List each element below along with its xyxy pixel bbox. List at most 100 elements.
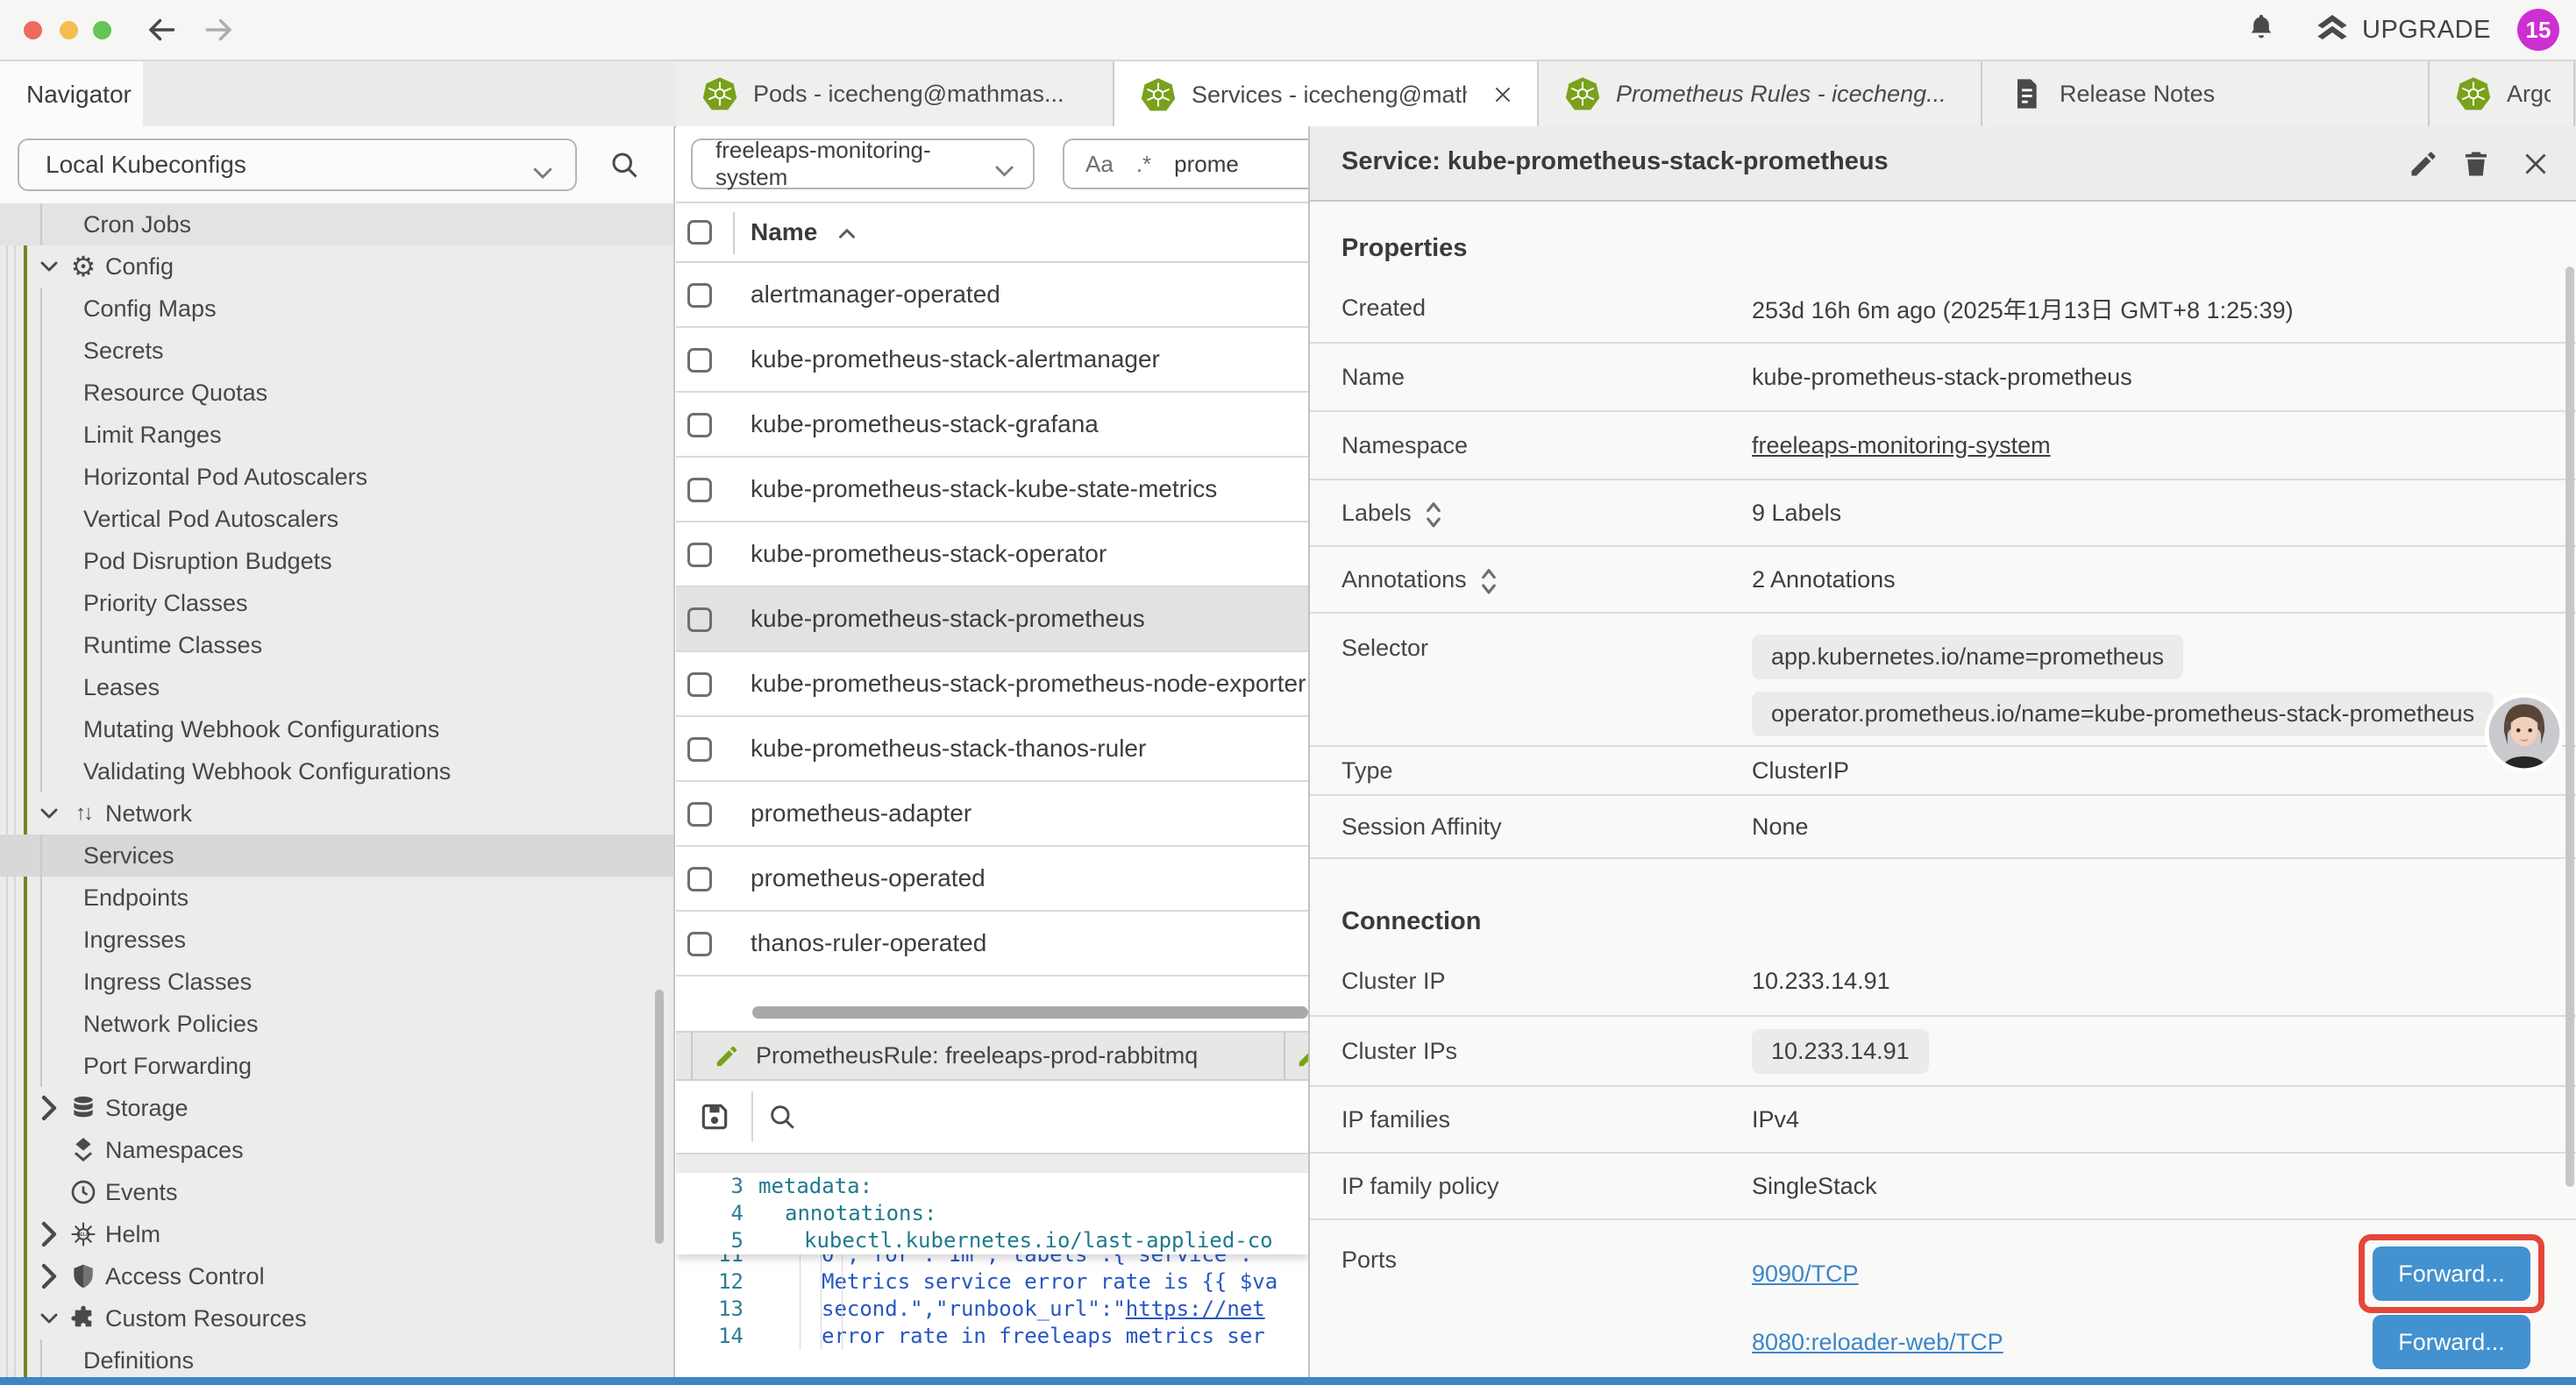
editor-tab-partial[interactable]: [1289, 1033, 1308, 1079]
sidebar-item-mutating-webhook-configurations[interactable]: Mutating Webhook Configurations: [0, 708, 673, 750]
row-checkbox[interactable]: [687, 543, 712, 567]
table-row[interactable]: alertmanager-operated: [676, 263, 1308, 328]
namespace-link[interactable]: freeleaps-monitoring-system: [1752, 432, 2051, 459]
sidebar-search-icon[interactable]: [608, 149, 640, 181]
sidebar-item-helm[interactable]: HELMHelm: [0, 1213, 673, 1255]
row-checkbox[interactable]: [687, 283, 712, 308]
tab-navigator[interactable]: Navigator: [0, 61, 143, 128]
sidebar-item-network-policies[interactable]: Network Policies: [0, 1003, 673, 1045]
tab-pods-icecheng-mathmas[interactable]: Pods - icecheng@mathmas...: [676, 61, 1114, 126]
user-avatar[interactable]: [2482, 691, 2566, 775]
table-row[interactable]: kube-prometheus-stack-kube-state-metrics: [676, 458, 1308, 522]
panel-scrollbar[interactable]: [2565, 266, 2574, 1187]
select-all-checkbox[interactable]: [687, 220, 712, 245]
kubeconfig-select[interactable]: Local Kubeconfigs: [18, 138, 577, 191]
table-row[interactable]: kube-prometheus-stack-grafana: [676, 393, 1308, 458]
sidebar-item-resource-quotas[interactable]: Resource Quotas: [0, 372, 673, 414]
row-checkbox[interactable]: [687, 737, 712, 762]
sidebar-item-events[interactable]: Events: [0, 1171, 673, 1213]
sidebar-item-endpoints[interactable]: Endpoints: [0, 877, 673, 919]
yaml-editor[interactable]: 3metadata:4annotations:5kubectl.kubernet…: [676, 1173, 1308, 1378]
sidebar-item-secrets[interactable]: Secrets: [0, 330, 673, 372]
row-checkbox[interactable]: [687, 802, 712, 827]
table-row[interactable]: kube-prometheus-stack-alertmanager: [676, 328, 1308, 393]
chevron-down-icon[interactable]: [39, 1308, 60, 1329]
port-link[interactable]: 9090/TCP: [1752, 1261, 1859, 1288]
sidebar-item-horizontal-pod-autoscalers[interactable]: Horizontal Pod Autoscalers: [0, 456, 673, 498]
row-checkbox[interactable]: [687, 867, 712, 891]
delete-trash-icon[interactable]: [2460, 148, 2492, 180]
expand-collapse-icon[interactable]: [1424, 500, 1443, 526]
table-row[interactable]: prometheus-adapter: [676, 782, 1308, 847]
sidebar-item-priority-classes[interactable]: Priority Classes: [0, 582, 673, 624]
row-checkbox[interactable]: [687, 607, 712, 632]
table-row[interactable]: kube-prometheus-stack-thanos-ruler: [676, 717, 1308, 782]
sidebar-item-access-control[interactable]: Access Control: [0, 1255, 673, 1297]
sidebar-item-leases[interactable]: Leases: [0, 666, 673, 708]
namespace-select[interactable]: freeleaps-monitoring-system: [691, 138, 1035, 189]
table-row[interactable]: kube-prometheus-stack-prometheus-node-ex…: [676, 652, 1308, 717]
sidebar-item-config-maps[interactable]: Config Maps: [0, 288, 673, 330]
match-case-toggle[interactable]: Aa: [1085, 151, 1114, 178]
back-arrow-icon[interactable]: [146, 14, 177, 46]
sidebar-item-custom-resources[interactable]: Custom Resources: [0, 1297, 673, 1339]
tab-prometheus-rules-icecheng[interactable]: Prometheus Rules - icecheng...: [1539, 61, 1982, 126]
chevron-right-icon[interactable]: [39, 1266, 60, 1287]
resource-search-input[interactable]: Aa .* prome: [1063, 138, 1308, 189]
close-tab-icon[interactable]: [1491, 83, 1514, 106]
row-checkbox[interactable]: [687, 348, 712, 373]
table-row[interactable]: kube-prometheus-stack-prometheus: [676, 587, 1308, 652]
tab-services-icecheng-math[interactable]: Services - icecheng@math...: [1114, 61, 1539, 128]
table-row[interactable]: kube-prometheus-stack-operator: [676, 522, 1308, 587]
sidebar-scrollbar[interactable]: [655, 990, 664, 1244]
editor-tab-prometheusrule[interactable]: PrometheusRule: freeleaps-prod-rabbitmq: [691, 1033, 1285, 1079]
detail-row-cluster-ips: Cluster IPs10.233.14.91: [1310, 1017, 2576, 1087]
name-column-header[interactable]: Name: [751, 218, 857, 246]
maximize-window-button[interactable]: [93, 21, 111, 39]
sidebar-item-services[interactable]: Services: [0, 835, 673, 877]
table-row[interactable]: prometheus-operated: [676, 847, 1308, 912]
forward-button[interactable]: Forward...: [2373, 1315, 2530, 1369]
column-divider: [733, 212, 735, 254]
tab-release-notes[interactable]: Release Notes: [1982, 61, 2430, 126]
sidebar-item-ingress-classes[interactable]: Ingress Classes: [0, 961, 673, 1003]
chevron-right-icon[interactable]: [39, 1224, 60, 1245]
sidebar-item-port-forwarding[interactable]: Port Forwarding: [0, 1045, 673, 1087]
table-row[interactable]: thanos-ruler-operated: [676, 912, 1308, 977]
row-checkbox[interactable]: [687, 413, 712, 437]
editor-search-icon[interactable]: [767, 1102, 797, 1132]
close-window-button[interactable]: [24, 21, 42, 39]
forward-button[interactable]: Forward...: [2373, 1246, 2530, 1301]
notification-count-badge[interactable]: 15: [2517, 9, 2559, 51]
minimize-window-button[interactable]: [60, 21, 78, 39]
sidebar-item-vertical-pod-autoscalers[interactable]: Vertical Pod Autoscalers: [0, 498, 673, 540]
notifications-bell-icon[interactable]: [2246, 12, 2276, 46]
expand-collapse-icon[interactable]: [1479, 566, 1498, 593]
sidebar-item-runtime-classes[interactable]: Runtime Classes: [0, 624, 673, 666]
sidebar-item-limit-ranges[interactable]: Limit Ranges: [0, 414, 673, 456]
row-checkbox[interactable]: [687, 672, 712, 697]
chevron-down-icon[interactable]: [39, 256, 60, 277]
forward-arrow-icon[interactable]: [203, 14, 235, 46]
sidebar-item-namespaces[interactable]: Namespaces: [0, 1129, 673, 1171]
sidebar-item-ingresses[interactable]: Ingresses: [0, 919, 673, 961]
close-icon[interactable]: [2520, 148, 2551, 180]
port-link[interactable]: 8080:reloader-web/TCP: [1752, 1329, 2003, 1356]
row-checkbox[interactable]: [687, 932, 712, 956]
upgrade-button[interactable]: UPGRADE: [2315, 14, 2491, 46]
sidebar-item-validating-webhook-configurations[interactable]: Validating Webhook Configurations: [0, 750, 673, 792]
sidebar-item-cron-jobs[interactable]: Cron Jobs: [0, 203, 673, 245]
sidebar-item-storage[interactable]: Storage: [0, 1087, 673, 1129]
save-icon[interactable]: [698, 1100, 731, 1133]
chevron-right-icon[interactable]: [39, 1097, 60, 1119]
edit-pencil-icon[interactable]: [2408, 148, 2439, 180]
regex-toggle[interactable]: .*: [1136, 151, 1151, 178]
sidebar-item-pod-disruption-budgets[interactable]: Pod Disruption Budgets: [0, 540, 673, 582]
horizontal-scrollbar[interactable]: [752, 1006, 1308, 1019]
tab-argo-se[interactable]: Argo Se: [2430, 61, 2575, 126]
sidebar-item-network[interactable]: ↑↓Network: [0, 792, 673, 835]
sidebar-item-definitions[interactable]: Definitions: [0, 1339, 673, 1378]
row-checkbox[interactable]: [687, 478, 712, 502]
sidebar-item-config[interactable]: ⚙Config: [0, 245, 673, 288]
chevron-down-icon[interactable]: [39, 803, 60, 824]
